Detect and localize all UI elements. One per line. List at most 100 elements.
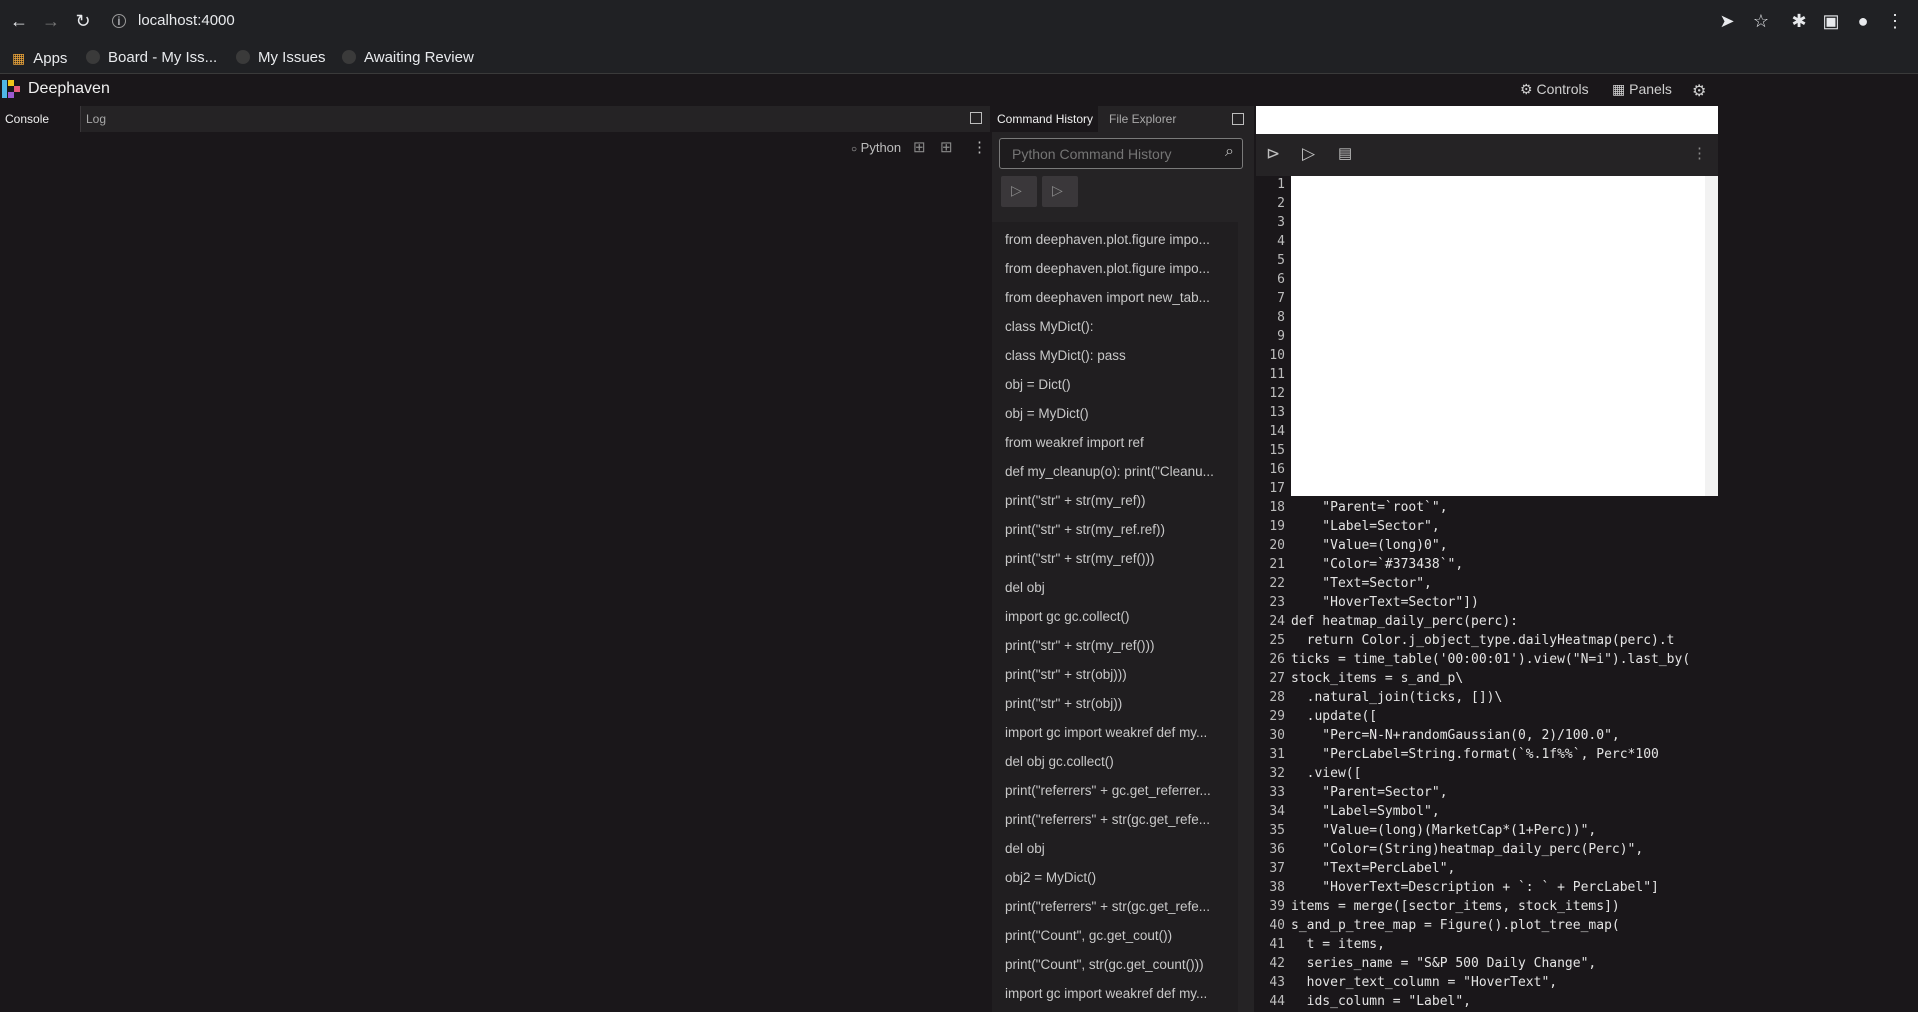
run-all-icon[interactable]: ⊳ [1266, 144, 1280, 164]
code-line: "Text=Sector", [1291, 576, 1432, 591]
history-item[interactable]: del obj gc.collect() [1005, 754, 1233, 769]
code-line: ticks = time_table('00:00:01').view("N=i… [1291, 652, 1691, 667]
table-icon[interactable]: ⊞ [913, 138, 926, 156]
save-icon[interactable]: ▤ [1338, 144, 1352, 162]
history-item[interactable]: def my_cleanup(o): print("Cleanu... [1005, 464, 1233, 479]
sidepanel-icon[interactable]: ▣ [1820, 10, 1842, 32]
line-number: 20 [1269, 538, 1285, 553]
forward-icon[interactable]: → [40, 10, 62, 32]
history-item[interactable]: print("str" + str(my_ref())) [1005, 638, 1233, 653]
history-item[interactable]: from deephaven import new_tab... [1005, 290, 1233, 305]
history-item[interactable]: import gc gc.collect() [1005, 609, 1233, 624]
line-number: 34 [1269, 804, 1285, 819]
line-number: 39 [1269, 899, 1285, 914]
extensions-icon[interactable]: ✱ [1788, 10, 1810, 32]
code-line: "Label=Sector", [1291, 519, 1440, 534]
back-icon[interactable]: ← [8, 10, 30, 32]
tab-console[interactable]: Console [0, 106, 80, 132]
history-item[interactable]: del obj [1005, 841, 1233, 856]
bookmark-board[interactable]: Board - My Iss... [86, 42, 217, 74]
console-output[interactable]: ○ Python ⊞ ⊞ ⋮ [0, 132, 990, 1012]
history-item[interactable]: print("str" + str(obj))) [1005, 667, 1233, 682]
send-to-console-icon: ▷ [1011, 182, 1022, 198]
panels-icon: ▦ [1612, 81, 1626, 97]
bookmark-awaiting-review[interactable]: Awaiting Review [342, 42, 474, 74]
line-number: 2 [1277, 196, 1285, 211]
console-tab-bar: Console Log [0, 106, 990, 132]
history-item[interactable]: obj = MyDict() [1005, 406, 1233, 421]
more-icon[interactable]: ⋮ [972, 138, 987, 156]
line-number: 19 [1269, 519, 1285, 534]
line-number: 43 [1269, 975, 1285, 990]
line-number: 9 [1277, 329, 1285, 344]
history-item[interactable]: print("referrers" + str(gc.get_refe... [1005, 812, 1233, 827]
history-item[interactable]: from deephaven.plot.figure impo... [1005, 261, 1233, 276]
tab-file-explorer[interactable]: File Explorer [1104, 106, 1181, 132]
history-item[interactable]: class MyDict(): [1005, 319, 1233, 334]
bookmarks-bar: ▦ Apps Board - My Iss... My Issues Awaiti… [0, 42, 1918, 74]
reload-icon[interactable]: ↻ [72, 10, 94, 32]
info-icon[interactable]: i [112, 14, 126, 28]
history-item[interactable]: print("str" + str(my_ref)) [1005, 493, 1233, 508]
avatar[interactable]: ● [1852, 10, 1874, 32]
bookmark-icon [342, 50, 356, 64]
editor-toolbar: ⊳ ▷ ▤ ⋮ [1256, 134, 1718, 176]
chart-icon[interactable]: ⊞ [940, 138, 953, 156]
panels-button[interactable]: ▦ Panels [1612, 81, 1672, 98]
maximize-icon[interactable] [1232, 113, 1244, 125]
empty-area [1718, 106, 1918, 1012]
more-icon[interactable]: ⋮ [1692, 144, 1707, 162]
line-number: 23 [1269, 595, 1285, 610]
line-number: 36 [1269, 842, 1285, 857]
bookmark-icon [86, 50, 100, 64]
apps-grid-icon: ▦ [12, 50, 26, 66]
run-selected-icon[interactable]: ▷ [1302, 144, 1315, 164]
line-number: 37 [1269, 861, 1285, 876]
browser-toolbar: ← → ↻ i localhost:4000 ➤ ☆ ✱ ▣ ● ⋮ [0, 0, 1918, 42]
controls-label: Controls [1536, 81, 1589, 97]
apps-bookmark[interactable]: ▦ Apps [12, 42, 67, 74]
send-icon[interactable]: ➤ [1716, 10, 1738, 32]
menu-icon[interactable]: ⋮ [1884, 10, 1906, 32]
history-item[interactable]: print("str" + str(my_ref.ref)) [1005, 522, 1233, 537]
history-item[interactable]: from deephaven.plot.figure impo... [1005, 232, 1233, 247]
controls-button[interactable]: ⚙ Controls [1520, 81, 1589, 98]
history-search-box: ⌕ [999, 138, 1243, 169]
code-line: "Parent=`root`", [1291, 500, 1448, 515]
history-item[interactable]: print("Count", gc.get_cout()) [1005, 928, 1233, 943]
controls-icon: ⚙ [1520, 81, 1533, 97]
code-line: .natural_join(ticks, [])\ [1291, 690, 1503, 705]
line-number: 42 [1269, 956, 1285, 971]
history-item[interactable]: del obj [1005, 580, 1233, 595]
maximize-icon[interactable] [970, 112, 982, 124]
bookmark-my-issues[interactable]: My Issues [236, 42, 326, 74]
line-number: 18 [1269, 500, 1285, 515]
language-indicator: ○ Python [851, 140, 901, 155]
star-icon[interactable]: ☆ [1750, 10, 1772, 32]
history-search-input[interactable] [1010, 145, 1214, 163]
line-number: 41 [1269, 937, 1285, 952]
history-item[interactable]: import gc import weakref def my... [1005, 986, 1233, 1001]
history-item[interactable]: class MyDict(): pass [1005, 348, 1233, 363]
line-number: 32 [1269, 766, 1285, 781]
tab-command-history[interactable]: Command History [992, 106, 1099, 132]
send-to-notebook-button[interactable]: ▷ [1042, 176, 1078, 207]
line-number: 25 [1269, 633, 1285, 648]
tab-log[interactable]: Log [80, 106, 131, 132]
history-item[interactable]: print("str" + str(obj)) [1005, 696, 1233, 711]
search-icon[interactable]: ⌕ [1225, 143, 1234, 161]
history-item[interactable]: obj2 = MyDict() [1005, 870, 1233, 885]
code-line: items = merge([sector_items, stock_items… [1291, 899, 1620, 914]
history-item[interactable]: print("str" + str(my_ref())) [1005, 551, 1233, 566]
history-item[interactable]: print("Count", str(gc.get_count())) [1005, 957, 1233, 972]
settings-icon[interactable]: ⚙ [1692, 81, 1706, 101]
history-item[interactable]: obj = Dict() [1005, 377, 1233, 392]
code-line: "Label=Symbol", [1291, 804, 1440, 819]
line-number: 15 [1269, 443, 1285, 458]
history-item[interactable]: print("referrers" + gc.get_referrer... [1005, 783, 1233, 798]
send-to-console-button[interactable]: ▷ [1001, 176, 1037, 207]
history-item[interactable]: from weakref import ref [1005, 435, 1233, 450]
history-item[interactable]: print("referrers" + str(gc.get_refe... [1005, 899, 1233, 914]
address-bar[interactable]: localhost:4000 [138, 5, 1738, 37]
history-item[interactable]: import gc import weakref def my... [1005, 725, 1233, 740]
